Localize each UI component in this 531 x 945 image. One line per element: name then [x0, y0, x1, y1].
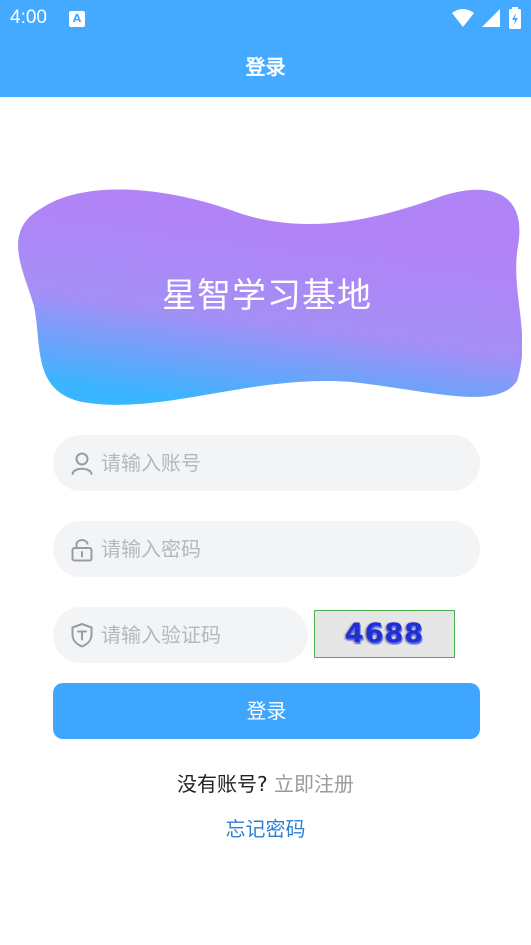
captcha-field[interactable] — [53, 607, 308, 663]
signal-icon — [481, 9, 500, 27]
account-field[interactable] — [53, 435, 480, 491]
user-icon — [71, 452, 93, 475]
password-input[interactable] — [101, 521, 461, 577]
notification-icon-letter: A — [72, 12, 82, 25]
register-prompt: 没有账号? — [177, 772, 268, 796]
wifi-icon — [451, 9, 474, 27]
password-field[interactable] — [53, 521, 480, 577]
register-row: 没有账号? 立即注册 — [0, 770, 531, 798]
captcha-image[interactable]: 4688 — [314, 610, 455, 658]
forgot-password-link[interactable]: 忘记密码 — [0, 815, 531, 843]
status-icons — [451, 7, 523, 29]
status-bar: 4:00 A — [0, 0, 531, 36]
app-bar: 登录 — [0, 36, 531, 97]
captcha-code: 4688 — [344, 618, 425, 649]
login-button[interactable]: 登录 — [53, 683, 480, 739]
captcha-input[interactable] — [101, 607, 296, 663]
banner-title: 星智学习基地 — [162, 276, 372, 316]
register-link[interactable]: 立即注册 — [274, 772, 354, 796]
account-input[interactable] — [101, 435, 461, 491]
page-title: 登录 — [245, 55, 286, 79]
lock-icon — [71, 539, 93, 562]
shield-icon — [71, 623, 93, 648]
status-time: 4:00 — [10, 7, 47, 28]
battery-icon — [509, 7, 521, 29]
notification-icon: A — [69, 11, 85, 27]
